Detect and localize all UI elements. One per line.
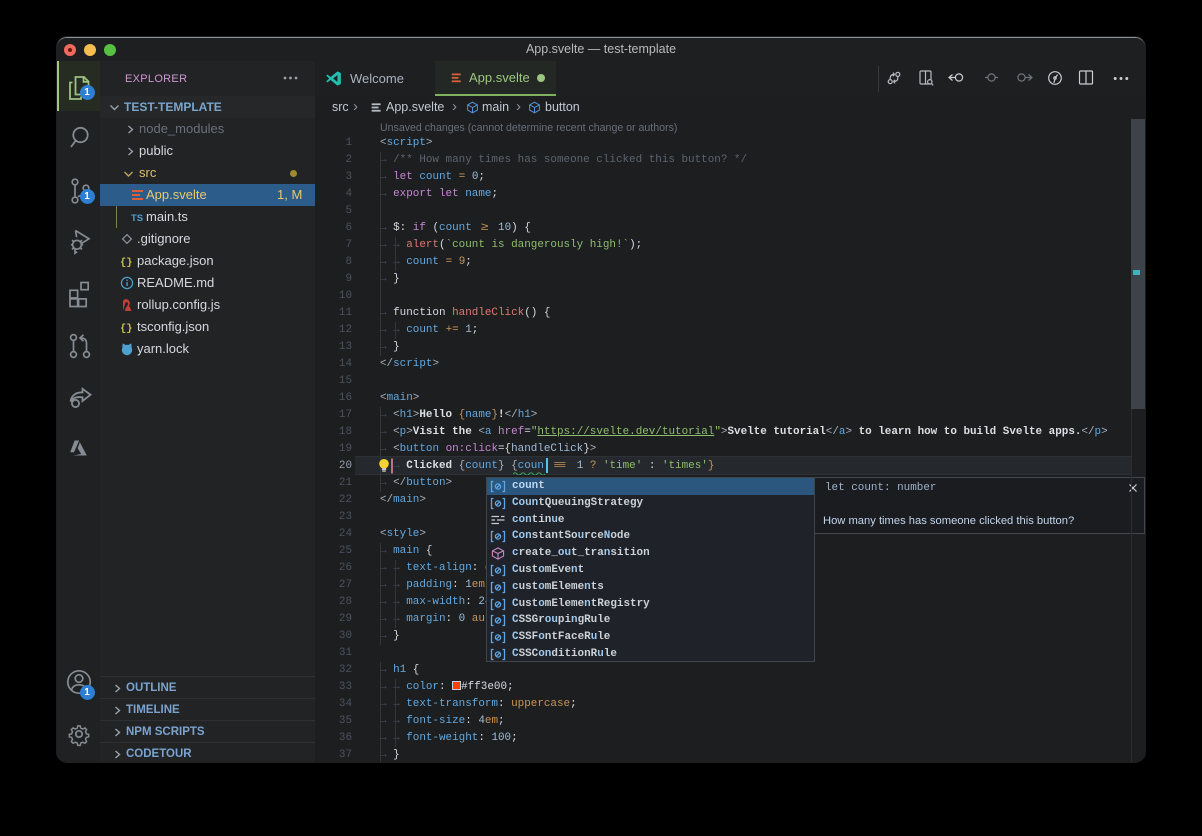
svg-text:{}: {}	[120, 257, 133, 269]
svg-text:TS: TS	[131, 213, 143, 224]
svg-text:{}: {}	[120, 323, 133, 335]
